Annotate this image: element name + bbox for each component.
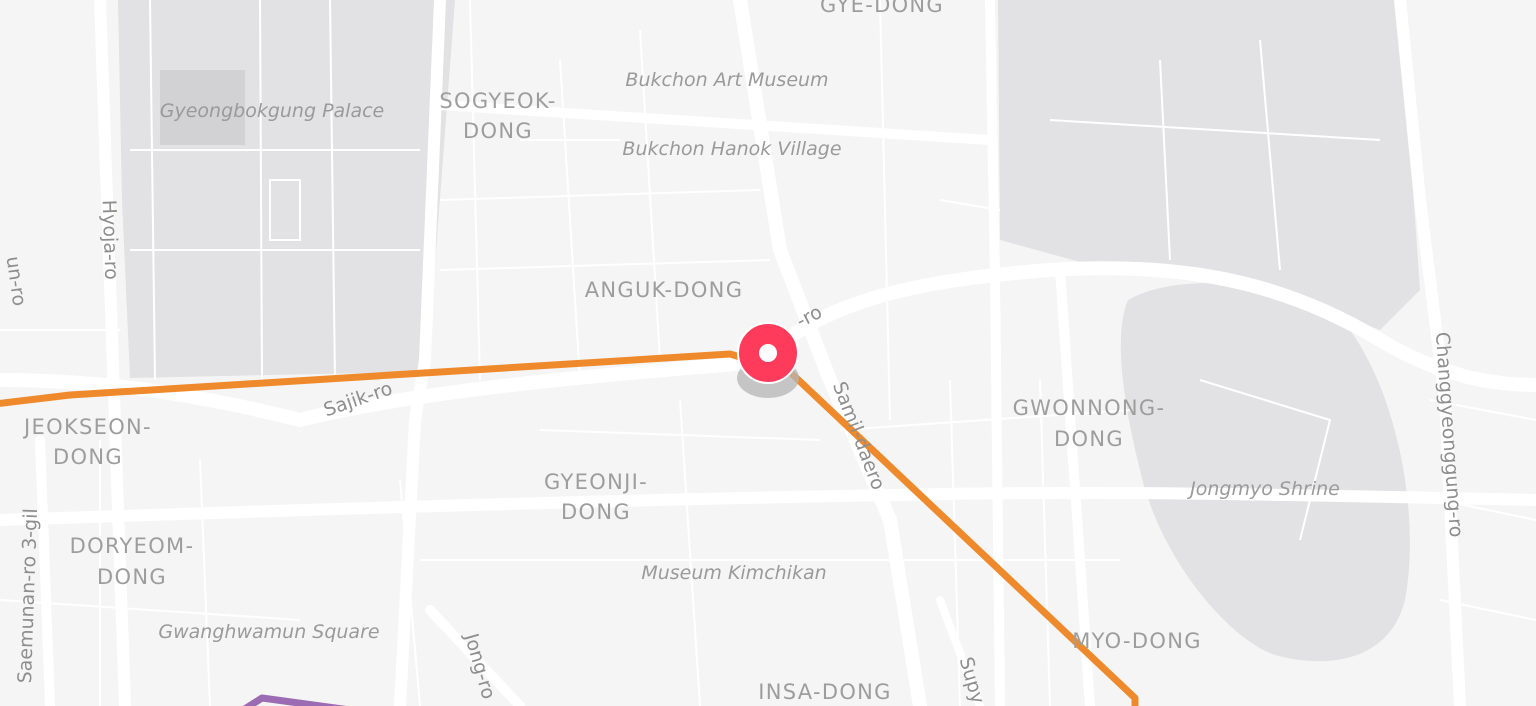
gyeongbokgung-grounds: [118, 0, 455, 378]
road-label-hyoja-ro: Hyoja-ro: [98, 199, 123, 280]
district-myo-dong: MYO-DONG: [1072, 629, 1202, 653]
poi-gwanghwamun-square[interactable]: Gwanghwamun Square: [158, 621, 379, 643]
location-pin[interactable]: [737, 322, 799, 398]
poi-museum-kimchikan[interactable]: Museum Kimchikan: [641, 562, 826, 584]
district-anguk-dong: ANGUK-DONG: [585, 278, 744, 302]
poi-bukchon-hanok-village[interactable]: Bukchon Hanok Village: [622, 138, 841, 160]
pin-center-dot: [759, 344, 777, 362]
district-insa-dong: INSA-DONG: [758, 680, 892, 704]
poi-gyeongbokgung-palace[interactable]: Gyeongbokgung Palace: [160, 100, 384, 122]
map-canvas[interactable]: GYE-DONG SOGYEOK-DONG ANGUK-DONG JEOKSEO…: [0, 0, 1536, 706]
poi-jongmyo-shrine[interactable]: Jongmyo Shrine: [1186, 478, 1340, 500]
poi-bukchon-art-museum[interactable]: Bukchon Art Museum: [625, 69, 828, 91]
district-gye-dong: GYE-DONG: [820, 0, 944, 17]
